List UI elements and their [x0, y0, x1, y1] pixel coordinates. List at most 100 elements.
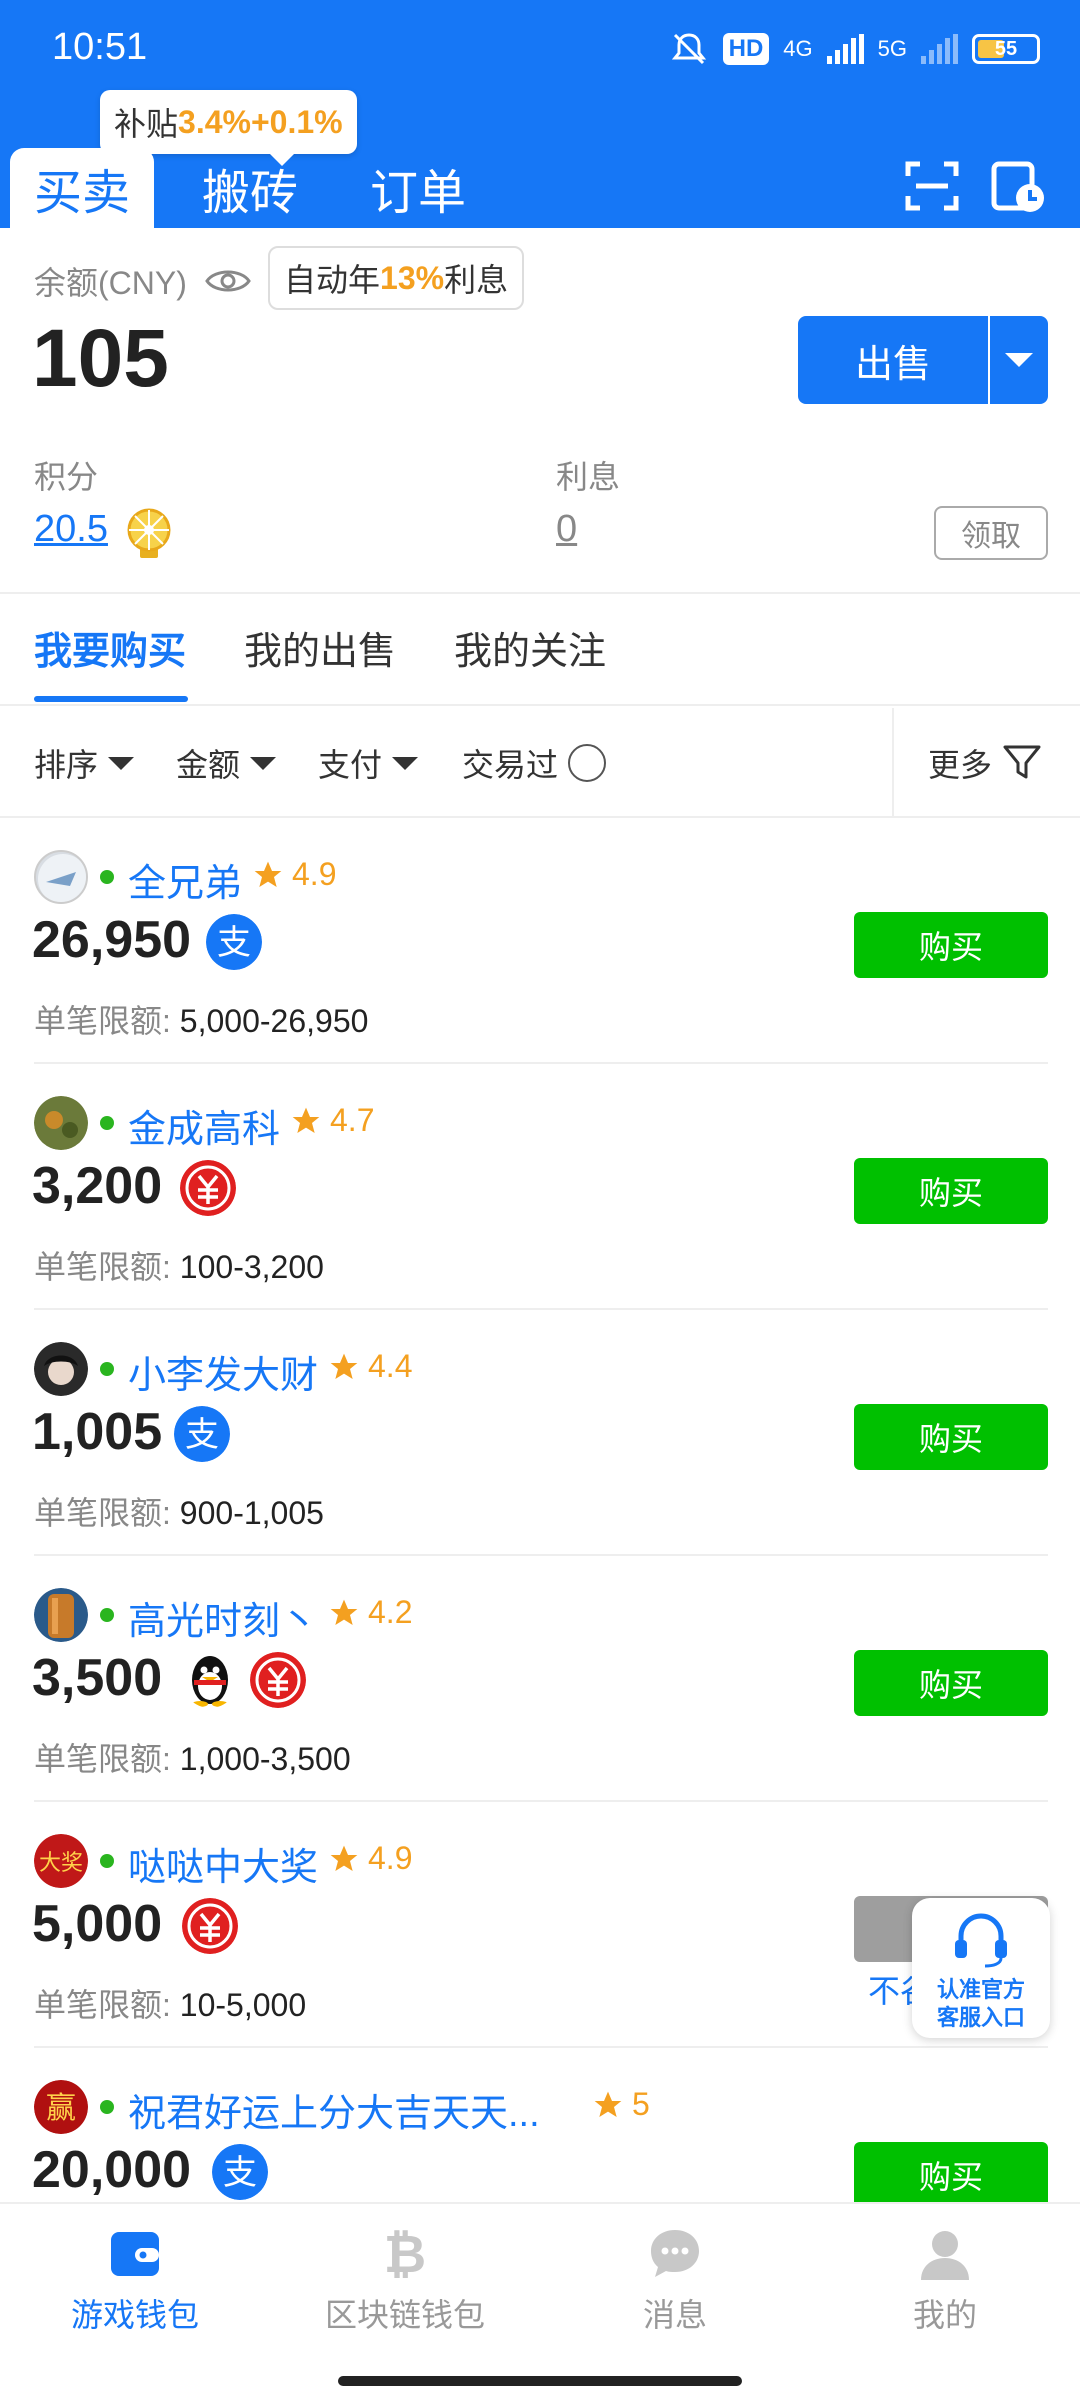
svg-text:赢: 赢: [46, 2091, 76, 2126]
seller-name[interactable]: 小李发大财: [128, 1344, 318, 1399]
section-divider: [0, 592, 1080, 594]
nav-blockchain-wallet[interactable]: ₿ 区块链钱包: [270, 2224, 540, 2336]
rating-value: 4.7: [330, 1102, 375, 1138]
online-dot: [100, 1362, 114, 1376]
listing-limit: 单笔限额: 10-5,000: [34, 1980, 306, 2026]
list-item[interactable]: 小李发大财 4.4 1,005 支 单笔限额: 900-1,005 购买: [0, 1310, 1080, 1556]
seller-name[interactable]: 高光时刻丶: [128, 1590, 318, 1645]
seller-name[interactable]: 哒哒中大奖: [128, 1836, 318, 1891]
home-indicator[interactable]: [338, 2376, 742, 2386]
buy-button[interactable]: 购买: [854, 912, 1048, 978]
sell-button-group: 出售: [798, 316, 1048, 404]
list-item[interactable]: 高光时刻丶 4.2 3,500 单笔限额: 1,000-3,500 购买: [0, 1556, 1080, 1802]
hd-badge: HD: [722, 33, 770, 65]
rating-value: 4.9: [368, 1840, 413, 1876]
balance-value: 105: [32, 313, 169, 404]
status-time: 10:51: [52, 26, 148, 68]
sell-dropdown[interactable]: [990, 316, 1048, 404]
eye-icon[interactable]: [205, 266, 251, 296]
cs-line1: 认准官方: [936, 1977, 1025, 2002]
points-value[interactable]: 20.5: [34, 508, 108, 551]
filter-traded[interactable]: 交易过: [462, 740, 607, 786]
nav-label: 消息: [642, 2297, 707, 2333]
qq-icon: [192, 1656, 228, 1707]
nav-label: 区块链钱包: [324, 2297, 485, 2333]
chat-icon: [651, 2230, 699, 2277]
svg-text:支: 支: [217, 923, 251, 963]
avatar: [34, 1342, 88, 1396]
nav-label: 我的: [912, 2297, 977, 2333]
list-item[interactable]: 赢 祝君好运上分大吉天天... 5 20,000 支 购买: [0, 2048, 1080, 2202]
tab-following[interactable]: 我的关注: [454, 620, 606, 675]
balance-label-text: 余额(CNY): [34, 265, 187, 301]
scan-icon[interactable]: [904, 158, 960, 214]
tab-indicator: [34, 696, 188, 702]
payment-methods: [182, 1898, 238, 1954]
claim-button[interactable]: 领取: [934, 506, 1048, 560]
network-5g-label: 5G: [877, 36, 907, 61]
seller-name[interactable]: 祝君好运上分大吉天天...: [128, 2082, 540, 2137]
tab-buy[interactable]: 我要购买: [34, 620, 186, 675]
star-icon: [292, 1107, 320, 1133]
seller-rating: 4.9: [328, 1840, 412, 1877]
filter-icon: [1003, 745, 1041, 779]
alipay-icon: 支: [174, 1406, 230, 1462]
interest-tip-prefix: 自动年: [284, 262, 381, 298]
online-dot: [100, 1116, 114, 1130]
limit-value: 900-1,005: [179, 1495, 324, 1531]
filter-more[interactable]: 更多: [928, 740, 1042, 786]
unionpay-icon: [250, 1652, 306, 1708]
online-dot: [100, 1608, 114, 1622]
chevron-down-icon: [1005, 353, 1033, 367]
seller-rating: 4.9: [252, 856, 336, 893]
headset-icon: [955, 1913, 1007, 1968]
traded-radio[interactable]: [568, 744, 607, 782]
buy-button[interactable]: 购买: [854, 2142, 1048, 2202]
listing-amount: 5,000: [32, 1895, 163, 1953]
status-icons: HD 4G 5G 55: [669, 26, 1040, 72]
tab-trade[interactable]: 买卖: [10, 148, 154, 228]
seller-rating: 5: [592, 2086, 650, 2123]
tab-orders[interactable]: 订单: [370, 148, 466, 228]
signal-icon: [826, 34, 864, 64]
rating-value: 4.2: [368, 1594, 413, 1630]
seller-rating: 4.4: [328, 1348, 412, 1385]
listing-limit: 单笔限额: 1,000-3,500: [34, 1734, 351, 1780]
seller-name[interactable]: 全兄弟: [128, 852, 242, 907]
alipay-icon: 支: [212, 2144, 268, 2200]
interest-value[interactable]: 0: [556, 508, 577, 551]
listing-amount: 3,500: [32, 1649, 163, 1707]
svg-text:支: 支: [185, 1415, 219, 1455]
unionpay-icon: [182, 1898, 238, 1954]
customer-service-button[interactable]: 认准官方 客服入口: [912, 1898, 1050, 2038]
order-history-icon[interactable]: [990, 158, 1046, 214]
filter-amount[interactable]: 金额: [176, 740, 277, 786]
sell-button[interactable]: 出售: [798, 316, 988, 404]
nav-profile[interactable]: 我的: [810, 2224, 1080, 2336]
nav-messages[interactable]: 消息: [540, 2224, 810, 2336]
chevron-down-icon: [108, 756, 135, 770]
tab-arbitrage[interactable]: 搬砖: [202, 148, 298, 228]
limit-label: 单笔限额:: [34, 1495, 171, 1531]
star-icon: [254, 861, 282, 887]
nav-game-wallet[interactable]: 游戏钱包: [0, 2224, 270, 2336]
listing-amount: 26,950: [32, 911, 192, 969]
list-item[interactable]: 金成高科 4.7 3,200 单笔限额: 100-3,200 购买: [0, 1064, 1080, 1310]
seller-name[interactable]: 金成高科: [128, 1098, 280, 1153]
tab-my-sell[interactable]: 我的出售: [244, 620, 396, 675]
network-4g-label: 4G: [783, 36, 813, 61]
filter-more-label: 更多: [928, 747, 993, 783]
cs-line2: 客服入口: [936, 2005, 1025, 2030]
interest-tooltip: 自动年 13% 利息: [268, 246, 525, 310]
filter-sort[interactable]: 排序: [34, 740, 135, 786]
list-item[interactable]: 全兄弟 4.9 26,950 支 单笔限额: 5,000-26,950 购买: [0, 818, 1080, 1064]
payment-methods: [182, 1652, 306, 1708]
filter-payment[interactable]: 支付: [318, 740, 419, 786]
svg-text:支: 支: [223, 2153, 257, 2193]
buy-button[interactable]: 购买: [854, 1158, 1048, 1224]
svg-text:大奖: 大奖: [39, 1851, 83, 1876]
lottery-wheel-icon[interactable]: [124, 506, 174, 560]
buy-button[interactable]: 购买: [854, 1404, 1048, 1470]
buy-button[interactable]: 购买: [854, 1650, 1048, 1716]
limit-label: 单笔限额:: [34, 1987, 171, 2023]
